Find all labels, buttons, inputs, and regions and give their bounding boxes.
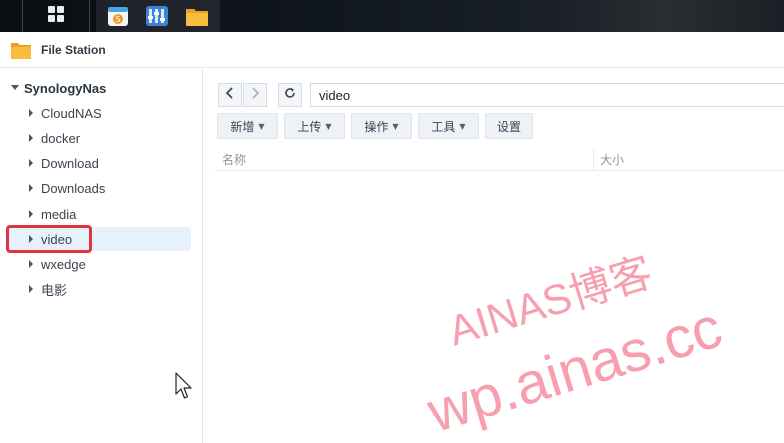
column-header-name[interactable]: 名称 <box>214 148 594 171</box>
action-button[interactable]: 操作 ▼ <box>351 113 412 139</box>
caret-down-icon: ▼ <box>325 121 332 131</box>
collapsed-triangle-icon <box>28 257 34 272</box>
file-station-icon <box>185 9 209 32</box>
expanded-triangle-icon <box>10 81 20 96</box>
collapsed-triangle-icon <box>28 156 34 171</box>
action-button-label: 操作 <box>364 119 389 134</box>
caret-down-icon: ▼ <box>392 121 399 131</box>
annotation-highlight-box <box>6 225 92 253</box>
path-value: video <box>319 87 351 103</box>
collapsed-triangle-icon <box>28 181 34 196</box>
path-input[interactable]: video <box>310 83 784 107</box>
sidebar-item-label: docker <box>41 130 81 146</box>
upload-button[interactable]: 上传 ▼ <box>284 113 345 139</box>
sidebar-item-label: media <box>41 206 77 222</box>
sidebar-item-downloads[interactable]: Downloads <box>6 176 191 200</box>
file-list-header: 名称 大小 <box>214 148 784 171</box>
main-menu-button[interactable] <box>23 0 89 32</box>
sidebar-item-media[interactable]: media <box>6 202 191 226</box>
taskbar: S <box>0 0 784 32</box>
caret-down-icon: ▼ <box>258 121 265 131</box>
tree-root-synologynas[interactable]: SynologyNas <box>10 79 106 97</box>
new-button[interactable]: 新增 ▼ <box>217 113 278 139</box>
window-title: File Station <box>41 42 106 57</box>
window-title-bar: File Station <box>0 32 784 68</box>
upload-button-label: 上传 <box>297 119 322 134</box>
taskbar-divider <box>89 0 90 32</box>
column-size-label: 大小 <box>600 153 625 167</box>
back-button[interactable] <box>218 83 242 107</box>
collapsed-triangle-icon <box>28 282 34 297</box>
collapsed-triangle-icon <box>28 131 34 146</box>
file-station-taskbar-button[interactable] <box>185 4 209 28</box>
forward-button[interactable] <box>243 83 267 107</box>
sidebar-item-label: wxedge <box>41 256 86 272</box>
sidebar-item-label: Download <box>41 155 99 171</box>
sidebar-item-cloudnas[interactable]: CloudNAS <box>6 101 191 125</box>
package-center-icon: S <box>106 7 130 32</box>
sidebar-item-label: CloudNAS <box>41 105 102 121</box>
control-panel-icon <box>145 6 169 32</box>
sidebar-item-docker[interactable]: docker <box>6 126 191 150</box>
sidebar-item-wxedge[interactable]: wxedge <box>6 252 191 276</box>
sidebar-item-movies[interactable]: 电影 <box>6 277 191 301</box>
refresh-icon <box>284 87 296 103</box>
tree-root-label: SynologyNas <box>24 80 107 96</box>
column-header-size[interactable]: 大小 <box>594 151 784 168</box>
chevron-left-icon <box>225 87 234 103</box>
settings-button-label: 设置 <box>496 119 521 134</box>
column-name-label: 名称 <box>222 153 247 167</box>
folder-icon <box>11 41 31 59</box>
new-button-label: 新增 <box>230 119 255 134</box>
collapsed-triangle-icon <box>28 207 34 222</box>
tools-button[interactable]: 工具 ▼ <box>418 113 479 139</box>
sidebar-item-label: Downloads <box>41 180 106 196</box>
sidebar-item-download[interactable]: Download <box>6 151 191 175</box>
svg-text:S: S <box>115 15 120 24</box>
refresh-button[interactable] <box>278 83 302 107</box>
settings-button[interactable]: 设置 <box>485 113 533 139</box>
control-panel-button[interactable] <box>145 4 169 28</box>
collapsed-triangle-icon <box>28 106 34 121</box>
package-center-button[interactable]: S <box>106 4 130 28</box>
tools-button-label: 工具 <box>431 119 456 134</box>
chevron-right-icon <box>251 87 260 103</box>
caret-down-icon: ▼ <box>459 121 466 131</box>
mouse-cursor-icon <box>175 372 193 404</box>
sidebar-item-label: 电影 <box>41 282 68 298</box>
main-menu-grid-icon <box>47 5 65 27</box>
sidebar: SynologyNas CloudNAS docker Download Dow… <box>0 69 203 443</box>
